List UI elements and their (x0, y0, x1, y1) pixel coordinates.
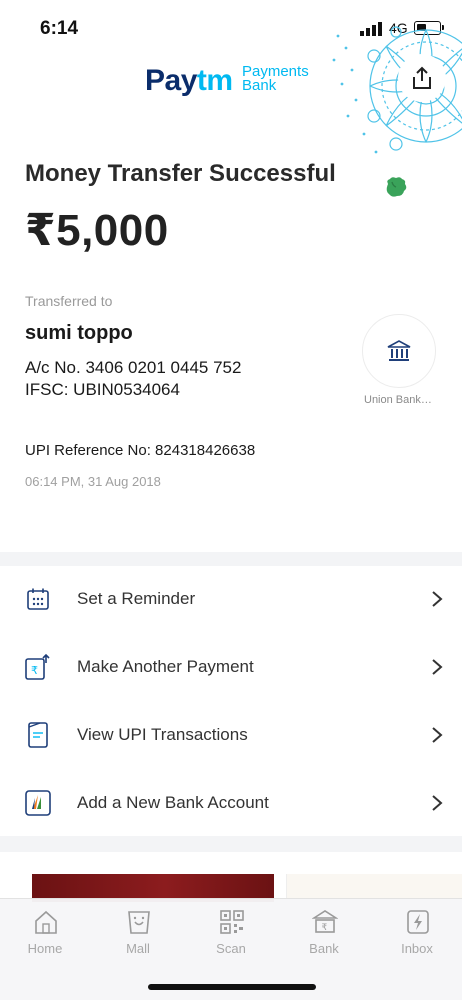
make-another-payment-row[interactable]: ₹ Make Another Payment (0, 634, 462, 700)
svg-text:₹: ₹ (322, 923, 328, 933)
mall-icon (128, 911, 150, 934)
transferred-to-label: Transferred to (25, 293, 113, 309)
action-label: Make Another Payment (77, 657, 254, 676)
share-button[interactable] (398, 54, 446, 102)
action-label: Add a New Bank Account (77, 793, 269, 812)
home-indicator[interactable] (148, 984, 316, 990)
transaction-summary-card: 6:14 4G Paytm Payments Bank Money Transf… (0, 0, 462, 552)
action-label: View UPI Transactions (77, 725, 248, 744)
nav-label: Home (27, 941, 63, 956)
chevron-right-icon (432, 795, 443, 811)
payee-name: sumi toppo (25, 322, 133, 344)
status-time: 6:14 (40, 18, 79, 39)
logo-tm-text: tm (196, 64, 233, 97)
promo-banner-strip[interactable] (0, 852, 462, 902)
logo-subtitle: Payments Bank (242, 64, 309, 94)
rupee-send-icon: ₹ (24, 653, 52, 681)
payee-bank-name: Union Bank… (364, 394, 432, 406)
home-icon (35, 910, 57, 934)
nav-label: Mall (126, 941, 150, 956)
action-list: Set a Reminder ₹ Make Another Payment Vi… (0, 566, 462, 836)
upi-reference-number: UPI Reference No: 824318426638 (25, 442, 256, 459)
svg-text:₹: ₹ (31, 664, 38, 677)
bank-account-icon (24, 789, 52, 817)
nav-label: Scan (216, 941, 246, 956)
chevron-right-icon (432, 659, 443, 675)
nav-home[interactable]: Home (10, 909, 80, 965)
chevron-right-icon (432, 727, 443, 743)
nav-inbox[interactable]: Inbox (382, 909, 452, 965)
transfer-amount: ₹5,000 (25, 206, 169, 255)
bank-icon: ₹ (312, 910, 338, 933)
nav-bank[interactable]: ₹ Bank (289, 909, 359, 965)
nav-label: Bank (309, 941, 339, 956)
view-upi-transactions-row[interactable]: View UPI Transactions (0, 702, 462, 768)
add-bank-account-row[interactable]: Add a New Bank Account (0, 770, 462, 836)
share-icon (413, 66, 431, 89)
passbook-icon (24, 721, 52, 749)
nav-mall[interactable]: Mall (103, 909, 173, 965)
bank-building-icon (387, 340, 411, 361)
logo-subtitle-line2: Bank (242, 77, 277, 94)
inbox-icon (407, 910, 429, 934)
account-number: A/c No. 3406 0201 0445 752 (25, 358, 242, 377)
mandala-decoration-icon (332, 26, 462, 154)
scan-icon (220, 910, 244, 934)
set-reminder-row[interactable]: Set a Reminder (0, 566, 462, 632)
payee-bank-logo (362, 314, 436, 388)
logo-pay-text: Pay (145, 64, 197, 97)
nav-label: Inbox (401, 941, 433, 956)
action-label: Set a Reminder (77, 589, 196, 608)
transaction-status-title: Money Transfer Successful (25, 160, 336, 187)
ifsc-code: IFSC: UBIN0534064 (25, 380, 180, 399)
nav-scan[interactable]: Scan (196, 909, 266, 965)
paytm-payments-bank-logo: Paytm Payments Bank (145, 64, 309, 100)
success-badge-icon (386, 177, 407, 197)
transaction-timestamp: 06:14 PM, 31 Aug 2018 (25, 474, 161, 489)
chevron-right-icon (432, 591, 443, 607)
calendar-icon (24, 585, 52, 613)
